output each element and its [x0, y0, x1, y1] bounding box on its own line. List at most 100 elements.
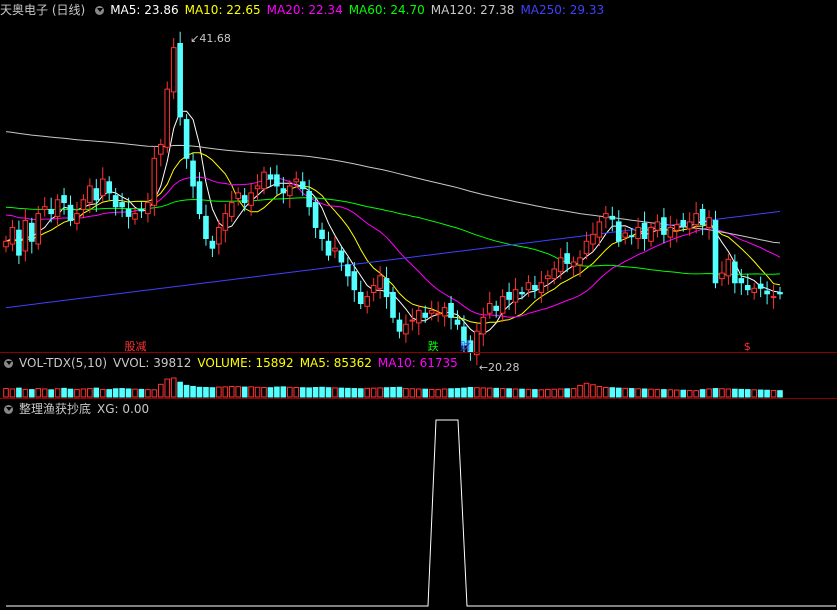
candle-body — [241, 195, 248, 204]
volume-bar — [216, 386, 222, 398]
candle-body — [777, 291, 783, 295]
candle-body — [738, 278, 745, 284]
candle-body — [325, 240, 332, 256]
volume-bar — [422, 388, 429, 398]
candle-body — [306, 190, 312, 208]
volume-bar — [519, 388, 525, 398]
volume-bar — [596, 385, 603, 398]
candle-body — [525, 282, 532, 291]
volume-bar — [183, 384, 190, 398]
volume-bar — [699, 389, 706, 398]
candle-body — [725, 258, 732, 277]
volume-bar — [719, 388, 725, 398]
volume-bar — [648, 388, 654, 398]
candle-body — [519, 291, 525, 295]
candle-body — [93, 188, 100, 201]
volume-bar — [54, 388, 61, 398]
volume-bar — [744, 389, 751, 398]
volume-bar — [22, 388, 29, 398]
candle-body — [287, 185, 293, 197]
volume-bar — [570, 388, 577, 398]
volume-bar — [119, 388, 125, 398]
candle-body — [603, 213, 609, 219]
volume-bar — [480, 387, 487, 398]
candle-body — [132, 213, 138, 220]
volume-bar — [48, 389, 54, 398]
candle-body — [16, 229, 22, 256]
volume-bar — [319, 386, 325, 398]
volume-bar — [725, 388, 732, 398]
volume-bar — [74, 388, 80, 398]
candle-body — [216, 226, 222, 245]
candle-body — [435, 312, 441, 315]
candle-body — [512, 289, 519, 303]
volume-bar — [16, 387, 22, 398]
candle-body — [577, 257, 583, 266]
volume-bar — [512, 388, 519, 398]
ma60-label: MA60: 24.70 — [348, 3, 425, 17]
candle-body — [635, 226, 641, 240]
candle-body — [261, 171, 267, 190]
volume-bar — [506, 388, 512, 398]
volume-bar — [41, 388, 48, 398]
candle-body — [674, 224, 680, 231]
candle-body — [396, 319, 403, 332]
candle-body — [409, 319, 416, 322]
event-marker: 跌 — [428, 339, 439, 353]
toggle-icon[interactable] — [4, 405, 13, 414]
candle-body — [9, 226, 16, 245]
candle-body — [428, 309, 435, 314]
volume-bar — [145, 389, 151, 398]
volume-bar — [29, 389, 35, 398]
candle-body — [596, 221, 603, 238]
candle-body — [222, 213, 229, 231]
candle-body — [41, 206, 48, 210]
event-marker: 财 — [460, 339, 471, 353]
volume-bar — [706, 388, 712, 398]
candle-body — [351, 271, 358, 291]
kline-chart[interactable]: ↙41.68←20.28股减跌财 $ — [0, 0, 837, 610]
candle-body — [570, 261, 577, 267]
volume-bar — [338, 387, 345, 398]
volume-bar — [622, 387, 629, 398]
volume-bar — [738, 388, 745, 398]
candle-body — [203, 215, 209, 240]
candle-body — [196, 181, 203, 215]
volume-bar — [532, 389, 538, 398]
indicator-name: 整理渔获抄底 — [19, 402, 92, 416]
candle-body — [454, 319, 461, 325]
volume-bar — [9, 388, 16, 398]
vol-ma10-label: MA10: 61735 — [377, 356, 458, 370]
panel-separator — [0, 352, 837, 353]
volume-bar — [757, 389, 764, 398]
volume-bar — [235, 386, 241, 398]
candle-body — [732, 261, 738, 284]
candle-body — [164, 88, 171, 148]
volume-bar — [661, 389, 667, 398]
volume-bar — [293, 387, 300, 398]
candle-body — [364, 296, 370, 307]
volume-bar — [693, 390, 699, 398]
xg-signal-line — [6, 419, 836, 607]
volume-bar — [751, 389, 758, 398]
candle-body — [551, 268, 558, 280]
candle-body — [209, 240, 216, 249]
volume-bar — [222, 386, 229, 398]
candle-body — [119, 202, 125, 208]
volume-bar — [383, 387, 390, 398]
candle-body — [274, 174, 280, 187]
toggle-icon[interactable] — [4, 359, 13, 368]
volume-bar — [241, 386, 248, 398]
toggle-icon[interactable] — [95, 6, 105, 15]
candle-body — [499, 296, 506, 314]
candle-body — [3, 240, 9, 248]
candle-body — [299, 181, 306, 190]
candle-body — [370, 285, 377, 293]
candle-body — [22, 220, 29, 252]
volume-bar — [467, 387, 474, 398]
candle-body — [29, 222, 35, 242]
candle-body — [177, 43, 183, 118]
volume-label: VOLUME: 15892 — [197, 356, 294, 370]
vol-ma5-label: MA5: 85362 — [299, 356, 372, 370]
volume-bar — [209, 387, 216, 398]
